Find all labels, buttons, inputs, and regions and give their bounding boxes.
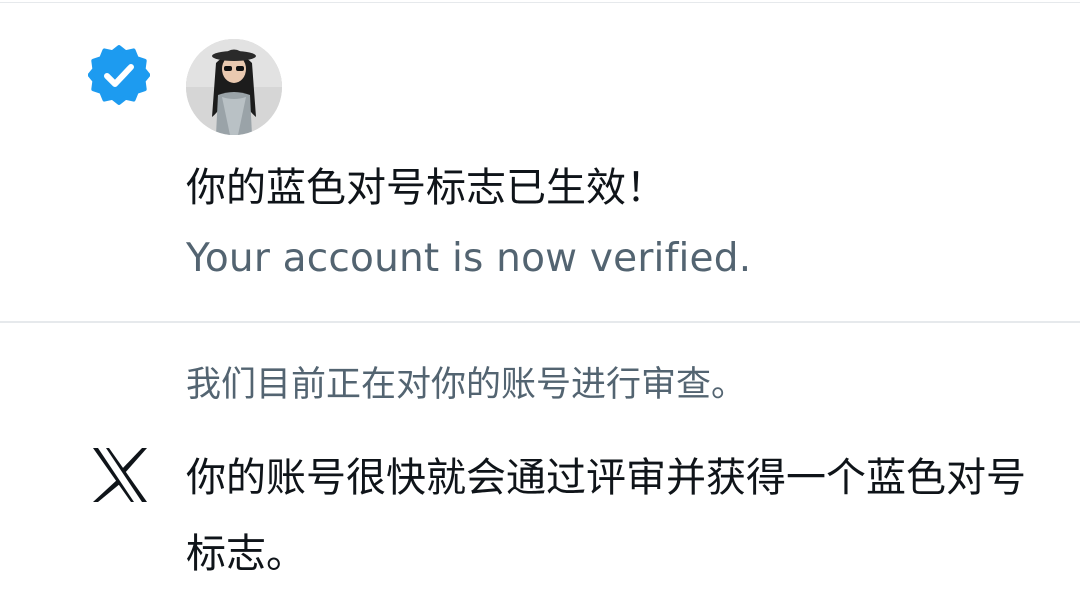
- review-status-text: 我们目前正在对你的账号进行审查。: [186, 365, 747, 405]
- review-notification[interactable]: 我们目前正在对你的账号进行审查。 你的账号很快就会通过评审并获得一个蓝色对号标志…: [0, 323, 1080, 600]
- verified-title: 你的蓝色对号标志已生效！: [186, 165, 666, 211]
- avatar[interactable]: [186, 39, 282, 135]
- verified-badge-icon: [87, 44, 151, 106]
- verified-notification[interactable]: 你的蓝色对号标志已生效！ Your account is now verifie…: [0, 0, 1080, 321]
- verified-subtitle: Your account is now verified.: [186, 236, 752, 281]
- review-message-text: 你的账号很快就会通过评审并获得一个蓝色对号标志。: [186, 455, 1026, 577]
- x-logo-icon: [89, 444, 151, 506]
